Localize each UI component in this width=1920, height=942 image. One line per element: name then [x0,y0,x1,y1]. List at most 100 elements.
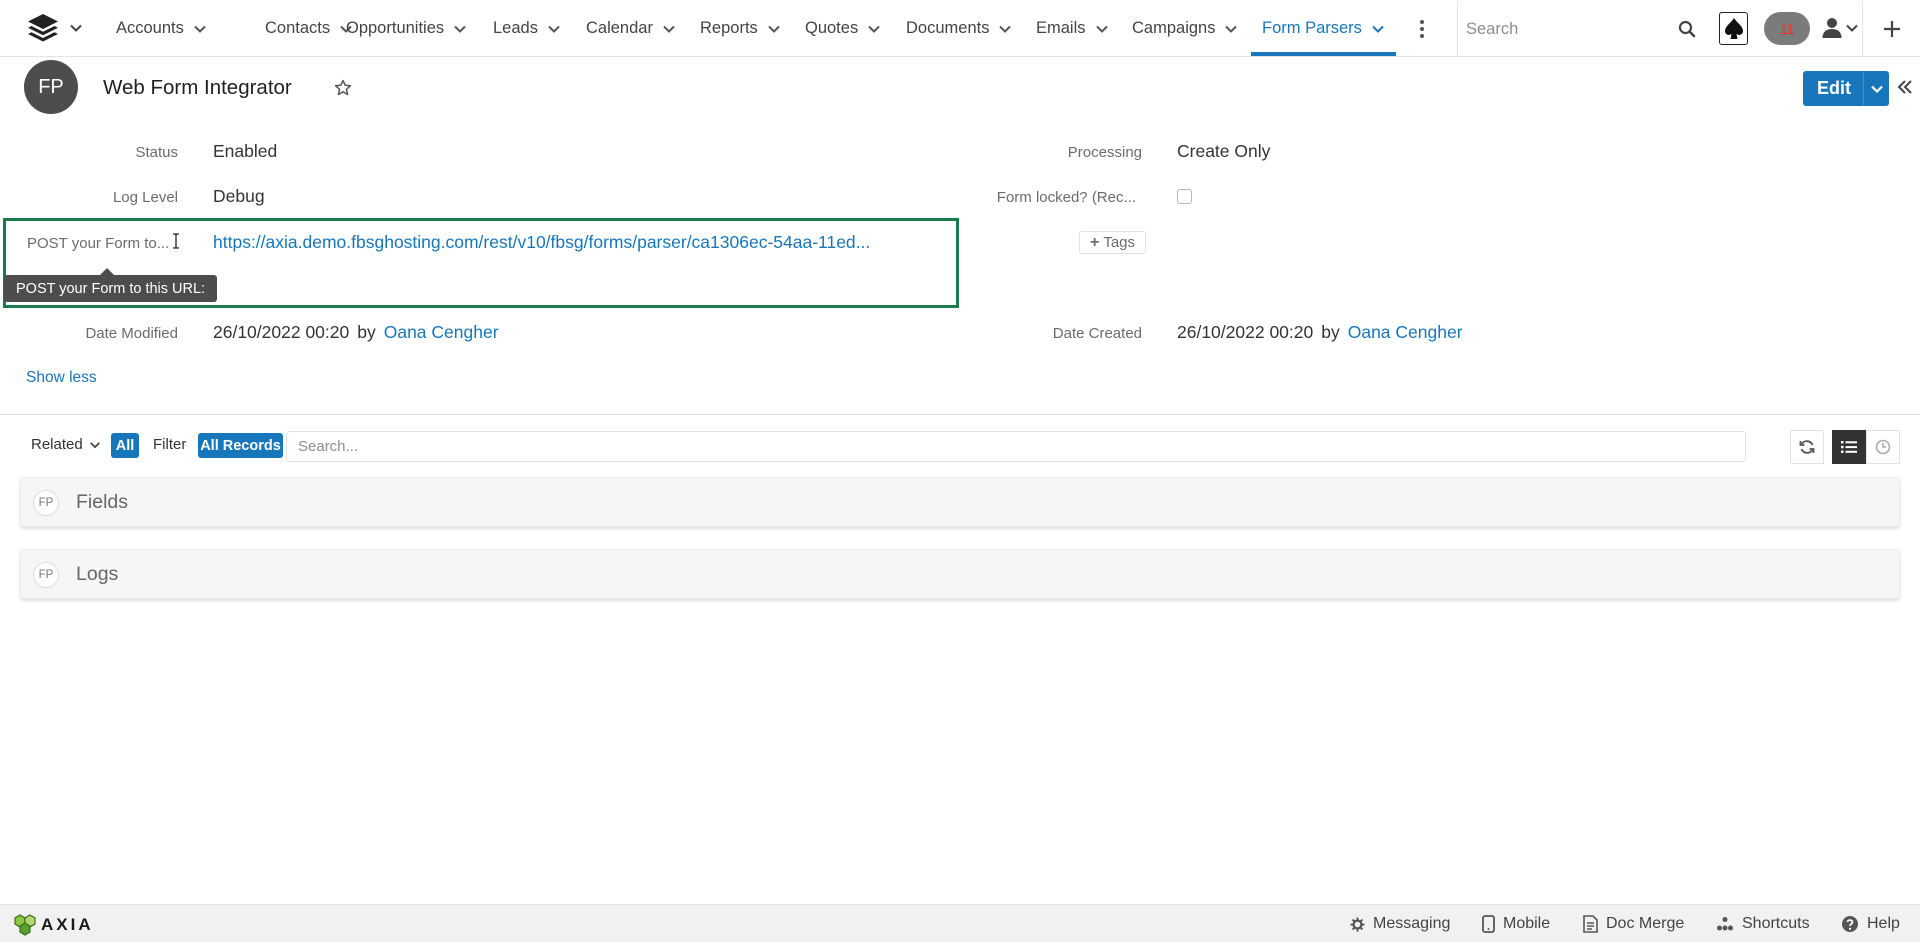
app-logo-menu[interactable] [27,13,83,43]
modified-by-user-link[interactable]: Oana Cengher [384,322,499,342]
nav-item-contacts[interactable]: Contacts [265,0,353,57]
history-view-button[interactable] [1866,430,1900,464]
nav-item-reports[interactable]: Reports [700,0,781,57]
filter-label: Filter [153,436,187,453]
show-less-link[interactable]: Show less [26,369,97,387]
post-url-link[interactable]: https://axia.demo.fbsghosting.com/rest/v… [213,232,870,253]
footer-item-label: Mobile [1503,915,1551,932]
notifications-badge[interactable]: 11 [1764,12,1810,45]
list-view-button[interactable] [1832,430,1866,464]
nav-item-label: Emails [1036,19,1086,37]
footer-brand: AXIA [41,915,94,934]
date-created-value: 26/10/2022 00:20 by Oana Cengher [1177,322,1463,343]
chevron-down-icon [454,25,466,33]
nav-item-opportunities[interactable]: Opportunities [346,0,467,57]
subpanel-logs[interactable]: FP Logs [20,549,1900,599]
edit-button-label: Edit [1817,78,1851,98]
plus-icon [1883,20,1900,37]
subpanel-fields[interactable]: FP Fields [20,477,1900,527]
refresh-button[interactable] [1790,430,1824,464]
favorite-star-icon[interactable] [334,79,352,97]
by-label: by [1321,322,1340,342]
record-avatar: FP [24,60,78,114]
shortcuts-icon [1717,917,1733,931]
footer-item-label: Doc Merge [1606,915,1685,932]
nav-item-label: Documents [906,19,990,37]
nav-item-label: Form Parsers [1262,19,1362,37]
nav-item-label: Campaigns [1132,19,1216,37]
nav-item-form-parsers[interactable]: Form Parsers [1251,0,1396,57]
divider [0,414,1920,415]
footer-doc-merge[interactable]: Doc Merge [1583,905,1684,942]
nav-item-documents[interactable]: Documents [906,0,1012,57]
subpanel-title: Fields [76,491,129,513]
chevron-down-icon [1095,25,1108,33]
collapse-sidebar-icon[interactable] [1896,78,1914,96]
nav-item-leads[interactable]: Leads [493,0,561,57]
post-url-tooltip: POST your Form to this URL: [4,268,218,302]
processing-label: Processing [1067,144,1142,161]
related-dropdown[interactable]: Related [31,436,101,453]
spade-icon[interactable] [1719,12,1748,45]
gear-icon [1350,916,1365,932]
log-level-label: Log Level [112,189,178,206]
related-label: Related [31,436,83,453]
footer-messaging[interactable]: Messaging [1350,905,1450,942]
nav-item-quotes[interactable]: Quotes [805,0,881,57]
nav-item-emails[interactable]: Emails [1036,0,1109,57]
edit-button[interactable]: Edit [1803,71,1889,106]
date-modified-value: 26/10/2022 00:20 by Oana Cengher [213,322,499,343]
search-icon[interactable] [1678,20,1696,38]
related-search-input[interactable] [287,432,1745,461]
axia-logo-icon [14,914,36,936]
footer-shortcuts[interactable]: Shortcuts [1716,905,1810,942]
filter-all-records-pill[interactable]: All Records [198,433,283,458]
add-tags-button[interactable]: + Tags [1079,231,1147,254]
user-icon [1822,18,1842,38]
form-locked-label: Form locked? (Rec... [996,189,1136,206]
nav-item-accounts[interactable]: Accounts [116,0,207,57]
chevron-down-icon [1372,25,1384,33]
text-cursor-icon [173,233,179,249]
footer-mobile[interactable]: Mobile [1482,905,1550,942]
form-locked-checkbox[interactable] [1177,189,1192,204]
avatar-initials: FP [38,75,64,98]
footer-help[interactable]: Help [1841,905,1900,942]
chevron-down-icon [89,441,100,448]
quick-create-button[interactable] [1862,1,1920,56]
footer-logo: AXIA [13,914,94,936]
footer-item-label: Messaging [1373,915,1451,932]
clock-icon [1875,439,1891,455]
mobile-icon [1482,915,1495,933]
chevron-down-icon [1870,85,1883,93]
related-all-pill[interactable]: All [111,433,139,458]
more-menu-icon[interactable] [1412,18,1432,40]
nav-item-label: Reports [700,19,758,37]
chevron-down-icon [194,25,206,33]
created-by-user-link[interactable]: Oana Cengher [1348,322,1463,342]
subpanel-badge: FP [33,490,59,516]
log-level-value: Debug [213,186,265,206]
chevron-down-icon [548,25,560,33]
nav-item-campaigns[interactable]: Campaigns [1132,0,1238,57]
subpanel-title: Logs [76,563,119,585]
status-label: Status [135,144,178,161]
user-menu[interactable] [1822,17,1859,39]
date-created-date: 26/10/2022 00:20 [1177,322,1314,342]
related-search [286,431,1746,462]
nav-item-label: Opportunities [346,19,445,37]
help-icon [1842,916,1858,932]
chevron-down-icon [70,24,82,32]
page-title: Web Form Integrator [103,76,292,99]
refresh-icon [1799,440,1815,454]
nav-item-calendar[interactable]: Calendar [586,0,676,57]
date-created-label: Date Created [1052,325,1142,342]
document-icon [1583,915,1598,933]
edit-actions-dropdown[interactable] [1864,82,1889,96]
nav-item-label: Calendar [586,19,653,37]
status-value: Enabled [213,141,278,161]
plus-icon: + [1090,233,1100,251]
list-icon [1841,441,1857,453]
global-search-input[interactable] [1466,15,1666,43]
top-navigation: Accounts Contacts Opportunities Leads Ca… [0,0,1920,57]
